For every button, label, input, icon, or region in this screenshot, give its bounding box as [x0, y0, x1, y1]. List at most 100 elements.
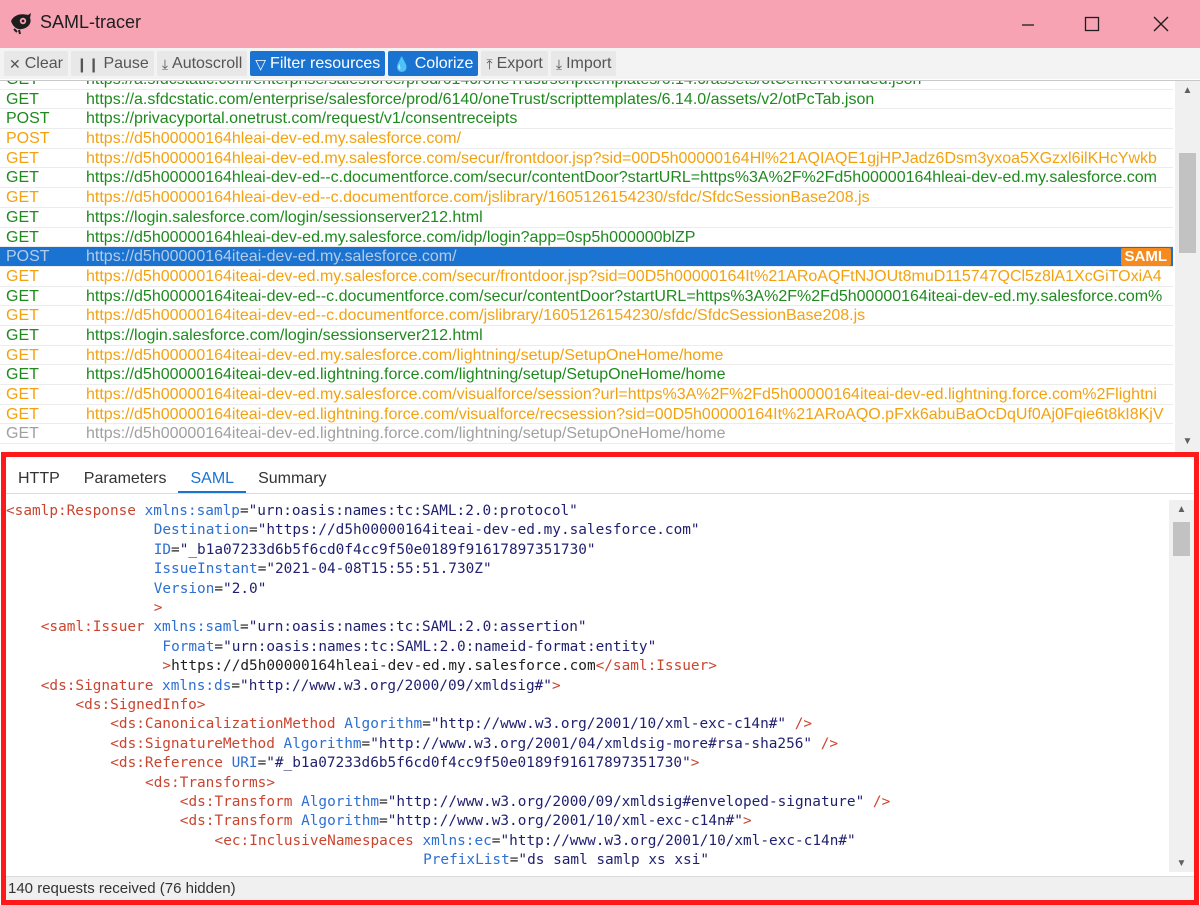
minimize-button[interactable] [994, 0, 1062, 48]
request-url: https://login.salesforce.com/login/sessi… [86, 208, 483, 226]
xml-tag: > [690, 755, 700, 772]
scroll-up-arrow-icon[interactable]: ▲ [1175, 81, 1200, 99]
filter-resources-button[interactable]: ▽ Filter resources [250, 51, 386, 76]
xml-tag: > [153, 600, 163, 616]
request-row[interactable]: GET https://d5h00000164iteai-dev-ed.light… [0, 365, 1173, 385]
request-url: https://d5h00000164hleai-dev-ed.my.sales… [86, 130, 462, 148]
tab-summary[interactable]: Summary [246, 464, 338, 494]
xml-tag: <ds:SignedInfo> [75, 697, 206, 713]
request-url: https://d5h00000164hleai-dev-ed.my.sales… [86, 149, 1157, 167]
tab-http[interactable]: HTTP [6, 464, 72, 494]
xml-line: <ds:CanonicalizationMethod Algorithm="ht… [110, 715, 812, 734]
xml-tag: </saml:Issuer> [595, 658, 717, 675]
request-method: POST [6, 248, 50, 266]
toolbar-button-label: Clear [24, 54, 63, 72]
toolbar-button-label: Autoscroll [172, 54, 243, 72]
xml-tag: <ds:CanonicalizationMethod [110, 716, 345, 733]
close-icon: ✕ [9, 55, 21, 72]
xml-line: Version="2.0" [154, 580, 267, 599]
xml-scrollbar[interactable]: ▲ ▼ [1169, 500, 1194, 872]
autoscroll-button[interactable]: ⤓ Autoscroll [156, 51, 248, 76]
xml-tag: <ds:Transform [179, 794, 302, 810]
request-url: https://d5h00000164iteai-dev-ed--c.docum… [86, 287, 1163, 305]
xml-line: <ds:SignatureMethod Algorithm="http://ww… [110, 735, 838, 754]
request-url: https://d5h00000164hleai-dev-ed--c.docum… [86, 189, 870, 207]
clear-button[interactable]: ✕ Clear [4, 51, 68, 76]
request-url: https://a.sfdcstatic.com/enterprise/sale… [86, 90, 875, 108]
xml-line: PrefixList="ds saml samlp xs xsi" [423, 851, 709, 870]
xml-text: = [257, 755, 267, 772]
request-row[interactable]: GET https://d5h00000164hleai-dev-ed.my.sa… [0, 149, 1173, 169]
scroll-down-arrow-icon[interactable]: ▼ [1175, 432, 1200, 450]
saml-xml-view[interactable]: <samlp:Response xmlns:samlp="urn:oasis:n… [6, 500, 1170, 872]
xml-attribute: Version [153, 580, 215, 597]
tab-parameters[interactable]: Parameters [72, 464, 179, 494]
xml-tag: > [162, 658, 172, 675]
xml-tag: <ds:Signature [40, 677, 163, 694]
request-row[interactable]: GET https://d5h00000164iteai-dev-ed.my.sa… [0, 385, 1173, 405]
xml-attribute: Algorithm [344, 716, 423, 733]
scrollbar-thumb[interactable] [1179, 153, 1196, 253]
request-method: GET [6, 169, 39, 187]
xml-attribute: Destination [153, 522, 250, 539]
scroll-up-arrow-icon[interactable]: ▲ [1169, 500, 1194, 518]
scroll-down-arrow-icon[interactable]: ▼ [1169, 854, 1194, 872]
request-row[interactable]: GET https://login.salesforce.com/login/se… [0, 208, 1173, 228]
request-row[interactable]: POST https://privacyportal.onetrust.com/r… [0, 109, 1173, 130]
request-list[interactable]: GET https://a.sfdcstatic.com/enterprise/s… [0, 80, 1200, 452]
xml-tag: /> [864, 794, 891, 810]
request-row[interactable]: GET https://d5h00000164hleai-dev-ed--c.do… [0, 188, 1173, 208]
request-row[interactable]: GET https://d5h00000164iteai-dev-ed--c.do… [0, 287, 1173, 307]
xml-line: ID="_b1a07233d6b5f6cd0f4cc9f50e0189f9161… [154, 541, 596, 560]
request-row[interactable]: GET https://d5h00000164iteai-dev-ed.light… [0, 424, 1173, 445]
pause-button[interactable]: ❙❙ Pause [70, 51, 154, 76]
xml-text: = [171, 541, 180, 558]
request-row[interactable]: GET https://d5h00000164iteai-dev-ed--c.do… [0, 306, 1173, 326]
xml-value: "#_b1a07233d6b5f6cd0f4cc9f50e0189f916178… [266, 755, 691, 772]
request-method: GET [6, 228, 39, 246]
request-url: https://d5h00000164iteai-dev-ed--c.docum… [86, 307, 866, 325]
request-method: GET [6, 149, 39, 167]
xml-attribute: URI [231, 755, 258, 772]
scrollbar-thumb[interactable] [1173, 522, 1190, 556]
request-list-scrollbar[interactable]: ▲ ▼ [1175, 81, 1200, 452]
export-button[interactable]: ⤒ Export [481, 51, 548, 76]
xml-value: "https://d5h00000164iteai-dev-ed.my.sale… [257, 522, 700, 539]
xml-value: "http://www.w3.org/2001/10/xml-exc-c14n#… [387, 813, 743, 830]
import-button[interactable]: ⤓ Import [550, 51, 617, 76]
request-row[interactable]: GET https://login.salesforce.com/login/se… [0, 326, 1173, 346]
xml-tag: <ds:Transforms> [145, 774, 275, 791]
colorize-button[interactable]: 💧 Colorize [388, 51, 479, 76]
request-row[interactable]: GET https://d5h00000164iteai-dev-ed.light… [0, 405, 1173, 425]
request-method: GET [6, 405, 39, 423]
request-row[interactable]: GET https://d5h00000164iteai-dev-ed.my.sa… [0, 267, 1173, 287]
request-row[interactable]: GET https://a.sfdcstatic.com/enterprise/s… [0, 81, 1173, 90]
maximize-button[interactable] [1058, 0, 1126, 48]
xml-line: <ds:Transforms> [145, 774, 275, 793]
request-url: https://login.salesforce.com/login/sessi… [86, 326, 483, 344]
toolbar: ✕ Clear ❙❙ Pause ⤓ Autoscroll ▽ Filter resource… [0, 48, 1200, 79]
xml-text: = [422, 716, 431, 733]
request-url: https://d5h00000164iteai-dev-ed.lightnin… [86, 405, 1164, 423]
toolbar-button-label: Colorize [414, 54, 474, 72]
request-row[interactable]: GET https://d5h00000164hleai-dev-ed.my.sa… [0, 228, 1173, 248]
xml-attribute: xmlns:ds [162, 677, 232, 694]
request-url: https://d5h00000164hleai-dev-ed--c.docum… [86, 169, 1157, 187]
tab-saml[interactable]: SAML [178, 464, 247, 494]
request-url: https://d5h00000164iteai-dev-ed.lightnin… [86, 425, 726, 443]
xml-value: "urn:oasis:names:tc:SAML:2.0:nameid-form… [223, 638, 657, 655]
request-method: POST [6, 110, 50, 128]
request-method: GET [6, 346, 39, 364]
xml-attribute: ID [153, 541, 172, 558]
xml-text: = [379, 813, 388, 830]
minimize-icon [1022, 24, 1034, 26]
request-method: GET [6, 189, 39, 207]
status-bar: 140 requests received (76 hidden) [6, 876, 1194, 900]
close-window-button[interactable] [1127, 0, 1195, 48]
request-row-selected[interactable]: POST https://d5h00000164iteai-dev-ed.my.s… [0, 247, 1173, 267]
xml-text: = [239, 503, 249, 519]
request-row[interactable]: GET https://d5h00000164hleai-dev-ed--c.do… [0, 168, 1173, 189]
request-row[interactable]: POST https://d5h00000164hleai-dev-ed.my.s… [0, 129, 1173, 149]
request-row[interactable]: GET https://a.sfdcstatic.com/enterprise/s… [0, 90, 1173, 110]
request-row[interactable]: GET https://d5h00000164iteai-dev-ed.my.sa… [0, 346, 1173, 366]
